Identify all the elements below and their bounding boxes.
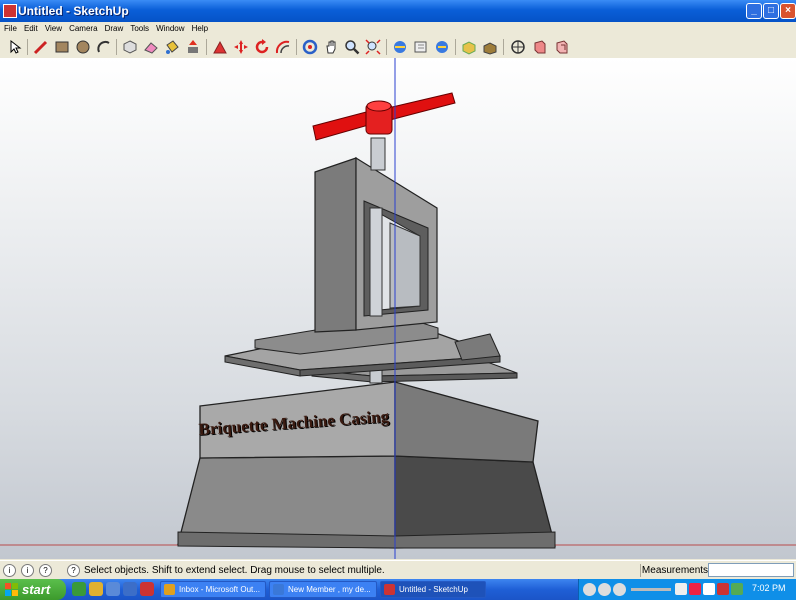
offset-icon[interactable]	[274, 38, 292, 56]
close-button[interactable]: ×	[780, 3, 796, 19]
quicklaunch-browser-icon[interactable]	[72, 582, 86, 596]
task-outlook[interactable]: Inbox - Microsoft Out...	[160, 581, 266, 598]
menu-tools[interactable]: Tools	[126, 23, 149, 34]
line-icon[interactable]	[32, 38, 50, 56]
follow-me-icon[interactable]	[211, 38, 229, 56]
start-label: start	[22, 582, 51, 597]
menu-bar: File Edit View Camera Draw Tools Window …	[0, 22, 796, 36]
start-button[interactable]: start	[0, 579, 66, 600]
red-handle	[312, 92, 456, 141]
window-title: Untitled - SketchUp	[18, 4, 129, 18]
menu-file[interactable]: File	[0, 23, 17, 34]
quicklaunch-app-icon[interactable]	[140, 582, 154, 596]
media-next-icon[interactable]	[613, 583, 626, 596]
component-icon[interactable]	[460, 38, 478, 56]
drawing-area[interactable]: Briquette Machine Casing	[0, 58, 796, 559]
tray-app-icon[interactable]	[675, 583, 687, 595]
next-view-icon[interactable]	[553, 38, 571, 56]
tray-alert-icon[interactable]	[717, 583, 729, 595]
eraser-icon[interactable]	[142, 38, 160, 56]
casing-base	[177, 381, 556, 549]
windows-logo-icon	[5, 583, 18, 596]
move-icon[interactable]	[232, 38, 250, 56]
maximize-button[interactable]: □	[763, 3, 779, 19]
task-browser-label: New Member , my de...	[288, 585, 371, 594]
orbit-icon[interactable]	[301, 38, 319, 56]
sketchup-task-icon	[384, 584, 395, 595]
circle-icon[interactable]	[74, 38, 92, 56]
standard-views-icon[interactable]	[531, 38, 549, 56]
main-toolbar	[0, 36, 796, 59]
status-hint: Select objects. Shift to extend select. …	[84, 565, 385, 576]
media-play-icon[interactable]	[598, 583, 611, 596]
material-icon[interactable]	[481, 38, 499, 56]
menu-edit[interactable]: Edit	[20, 23, 38, 34]
volume-slider[interactable]	[631, 588, 671, 591]
quicklaunch-media-icon[interactable]	[123, 582, 137, 596]
arc-icon[interactable]	[95, 38, 113, 56]
zoom-extents-icon[interactable]	[364, 38, 382, 56]
zoom-icon[interactable]	[343, 38, 361, 56]
title-bar: Untitled - SketchUp _ □ ×	[0, 0, 796, 22]
minimize-button[interactable]: _	[746, 3, 762, 19]
push-pull-icon[interactable]	[184, 38, 202, 56]
tray-antivirus-icon[interactable]	[689, 583, 701, 595]
task-browser[interactable]: New Member , my de...	[269, 581, 377, 598]
taskbar-clock: 7:02 PM	[752, 583, 786, 593]
menu-view[interactable]: View	[41, 23, 62, 34]
press-frame	[314, 137, 438, 333]
menu-help[interactable]: Help	[188, 23, 208, 34]
share-model-icon[interactable]	[412, 38, 430, 56]
task-sketchup[interactable]: Untitled - SketchUp	[380, 581, 486, 598]
quicklaunch-folder-icon[interactable]	[89, 582, 103, 596]
os-taskbar: start Inbox - Microsoft Out... New Membe…	[0, 579, 796, 600]
quicklaunch-outlook-icon[interactable]	[106, 582, 120, 596]
media-prev-icon[interactable]	[583, 583, 596, 596]
get-models-icon[interactable]	[391, 38, 409, 56]
task-sketchup-label: Untitled - SketchUp	[399, 585, 468, 594]
menu-camera[interactable]: Camera	[65, 23, 97, 34]
task-outlook-label: Inbox - Microsoft Out...	[179, 585, 260, 594]
instructor-icon[interactable]: ?	[67, 564, 80, 577]
section-plane-icon[interactable]	[509, 38, 527, 56]
menu-draw[interactable]: Draw	[101, 23, 124, 34]
select-icon[interactable]	[6, 38, 24, 56]
measurements-label: Measurements	[640, 564, 709, 577]
make-component-icon[interactable]	[121, 38, 139, 56]
menu-window[interactable]: Window	[152, 23, 184, 34]
status-bar: i i ? ? Select objects. Shift to extend …	[0, 560, 796, 580]
tray-network-icon[interactable]	[703, 583, 715, 595]
credits-icon[interactable]: i	[21, 564, 34, 577]
pan-icon[interactable]	[322, 38, 340, 56]
tray-volume-icon[interactable]	[731, 583, 743, 595]
geolocation-icon[interactable]: i	[3, 564, 16, 577]
sketchup-app-icon[interactable]	[3, 4, 17, 18]
rectangle-icon[interactable]	[53, 38, 71, 56]
help-status-icon[interactable]: ?	[39, 564, 52, 577]
measurements-input[interactable]	[708, 563, 794, 577]
browser-task-icon	[273, 584, 284, 595]
outlook-task-icon	[164, 584, 175, 595]
rotate-icon[interactable]	[253, 38, 271, 56]
paint-bucket-icon[interactable]	[163, 38, 181, 56]
previous-view-icon[interactable]	[433, 38, 451, 56]
